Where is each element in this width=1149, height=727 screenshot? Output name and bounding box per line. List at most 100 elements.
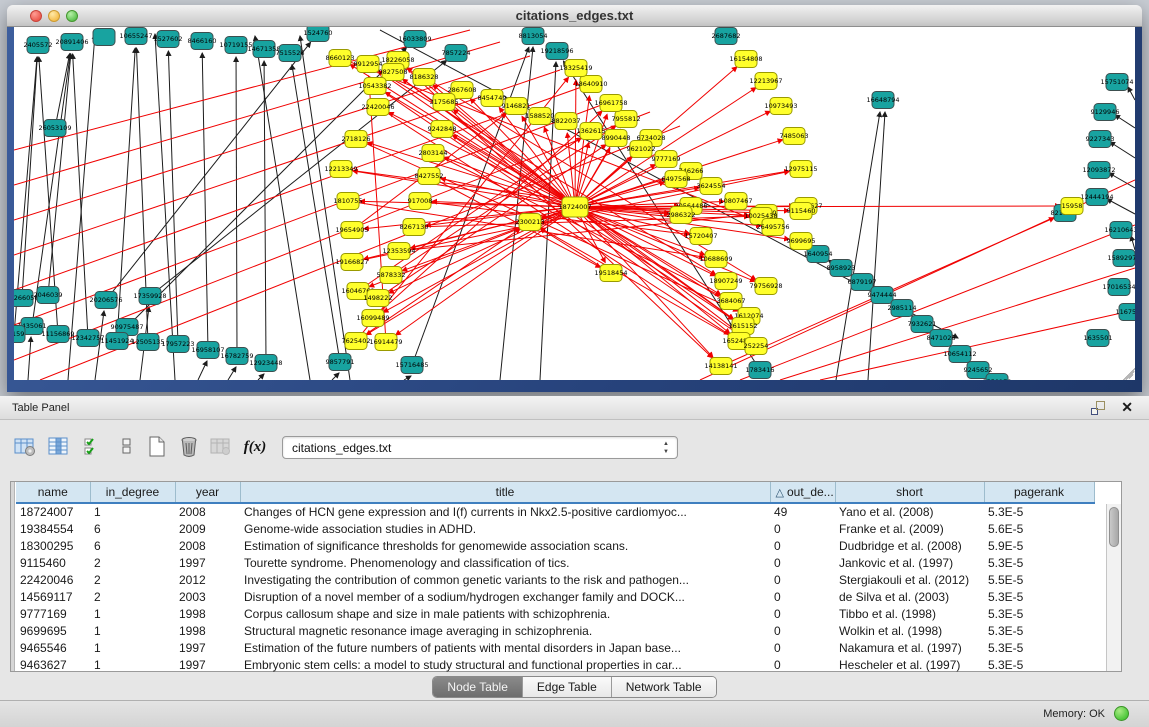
cell-year[interactable]: 2008	[175, 503, 240, 520]
graph-node[interactable]: 8958923	[827, 260, 856, 277]
graph-node[interactable]: 2300213	[516, 214, 545, 231]
graph-node[interactable]: 12505135	[131, 334, 164, 351]
graph-node[interactable]: 8466160	[188, 33, 217, 50]
graph-node[interactable]: 15892971	[1107, 250, 1135, 267]
cell-year[interactable]: 1997	[175, 656, 240, 673]
graph-node[interactable]: 1783416	[746, 362, 775, 379]
graph-node[interactable]: 9242848	[428, 121, 457, 138]
graph-node[interactable]: 1527602	[154, 31, 183, 48]
cell-short[interactable]: de Silva et al. (2003)	[835, 588, 984, 605]
graph-node[interactable]: 9857791	[326, 354, 355, 371]
cell-out_degree[interactable]: 0	[770, 588, 835, 605]
graph-node[interactable]: 10655247	[119, 28, 152, 45]
cell-pagerank[interactable]: 5.3E-5	[984, 639, 1094, 656]
cell-year[interactable]: 1998	[175, 605, 240, 622]
cell-title[interactable]: Estimation of significance thresholds fo…	[240, 537, 770, 554]
graph-node[interactable]: 7955812	[612, 111, 641, 128]
table-row[interactable]: 1456911722003Disruption of a novel membe…	[16, 588, 1094, 605]
graph-node[interactable]: 16914479	[369, 334, 402, 351]
graph-node[interactable]: 12975115	[784, 161, 817, 178]
float-panel-icon[interactable]	[1091, 401, 1105, 415]
cell-in_degree[interactable]: 2	[90, 554, 175, 571]
cell-name[interactable]: 14569117	[16, 588, 90, 605]
cell-title[interactable]: Investigating the contribution of common…	[240, 571, 770, 588]
cell-pagerank[interactable]: 5.9E-5	[984, 537, 1094, 554]
graph-node[interactable]: 17957223	[161, 336, 194, 353]
table-row[interactable]: 1938455462009Genome-wide association stu…	[16, 520, 1094, 537]
graph-node[interactable]: 9227343	[1086, 131, 1115, 148]
new-column-icon[interactable]	[142, 432, 172, 462]
graph-node[interactable]: 8186328	[410, 69, 439, 86]
graph-node[interactable]: 12213349	[324, 161, 357, 178]
graph-node[interactable]: 3684067	[717, 293, 746, 310]
graph-node[interactable]: 1524760	[304, 27, 333, 42]
cell-short[interactable]: Hescheler et al. (1997)	[835, 656, 984, 673]
graph-node[interactable]: 20891406	[55, 34, 88, 51]
table-row[interactable]: 946362711997Embryonic stem cells: a mode…	[16, 656, 1094, 673]
table-row[interactable]: 911546021997Tourette syndrome. Phenomeno…	[16, 554, 1094, 571]
graph-node[interactable]: 1615152	[729, 318, 758, 335]
cell-name[interactable]: 9463627	[16, 656, 90, 673]
graph-node[interactable]: 1167533	[1116, 304, 1135, 321]
node-table-grid[interactable]: namein_degreeyeartitle△out_de...shortpag…	[16, 482, 1095, 673]
cell-short[interactable]: Nakamura et al. (1997)	[835, 639, 984, 656]
cell-in_degree[interactable]: 6	[90, 520, 175, 537]
cell-out_degree[interactable]: 0	[770, 520, 835, 537]
table-select-combo[interactable]: citations_edges.txt ▲ ▼	[282, 436, 678, 459]
graph-node[interactable]: 7857224	[442, 45, 471, 62]
cell-short[interactable]: Wolkin et al. (1998)	[835, 622, 984, 639]
cell-pagerank[interactable]: 5.3E-5	[984, 656, 1094, 673]
cell-year[interactable]: 1997	[175, 554, 240, 571]
graph-node[interactable]: 2405572	[24, 37, 53, 54]
graph-node[interactable]: 7625402	[342, 333, 371, 350]
graph-node[interactable]: 19166827	[335, 254, 368, 271]
cell-pagerank[interactable]: 5.3E-5	[984, 503, 1094, 520]
cell-year[interactable]: 2003	[175, 588, 240, 605]
cell-pagerank[interactable]: 5.3E-5	[984, 588, 1094, 605]
network-canvas[interactable]: 1872400724055722089140610655247152760284…	[14, 27, 1135, 380]
graph-node[interactable]: 7485063	[780, 128, 809, 145]
table-row[interactable]: 2242004622012Investigating the contribut…	[16, 571, 1094, 588]
row-height-icon[interactable]	[112, 432, 142, 462]
cell-in_degree[interactable]: 1	[90, 503, 175, 520]
cell-pagerank[interactable]: 5.6E-5	[984, 520, 1094, 537]
graph-node[interactable]: 2687682	[712, 28, 741, 45]
cell-name[interactable]: 9465546	[16, 639, 90, 656]
graph-node[interactable]: 9699695	[787, 233, 816, 250]
graph-node[interactable]: 15720407	[684, 228, 717, 245]
graph-node[interactable]: 9550170	[983, 374, 1012, 381]
graph-node[interactable]: 14138141	[704, 358, 737, 375]
cell-out_degree[interactable]: 0	[770, 656, 835, 673]
scrollbar-thumb[interactable]	[1109, 507, 1119, 547]
cell-in_degree[interactable]: 1	[90, 639, 175, 656]
column-header-in_degree[interactable]: in_degree	[90, 482, 175, 503]
graph-node[interactable]: 7515526	[276, 45, 305, 62]
graph-node[interactable]: 16648794	[866, 92, 899, 109]
graph-node[interactable]: 16154808	[729, 51, 762, 68]
graph-node[interactable]: 16033809	[398, 31, 431, 48]
cell-title[interactable]: Tourette syndrome. Phenomenology and cla…	[240, 554, 770, 571]
cell-year[interactable]: 1998	[175, 622, 240, 639]
graph-node[interactable]: 1810755	[334, 193, 363, 210]
column-check-icon[interactable]	[78, 432, 108, 462]
table-row[interactable]: 977716911998Corpus callosum shape and si…	[16, 605, 1094, 622]
graph-node[interactable]: 1588520	[526, 108, 555, 125]
table-row[interactable]: 1872400712008Changes of HCN gene express…	[16, 503, 1094, 520]
cell-title[interactable]: Changes of HCN gene expression and I(f) …	[240, 503, 770, 520]
graph-node[interactable]: 6497568	[662, 171, 691, 188]
cell-out_degree[interactable]: 0	[770, 622, 835, 639]
cell-in_degree[interactable]: 2	[90, 571, 175, 588]
cell-out_degree[interactable]: 49	[770, 503, 835, 520]
graph-node[interactable]: 12923448	[249, 355, 282, 372]
cell-in_degree[interactable]: 6	[90, 537, 175, 554]
column-header-title[interactable]: title	[240, 482, 770, 503]
memory-ok-icon[interactable]	[1114, 706, 1129, 721]
table-row[interactable]: 946554611997Estimation of the future num…	[16, 639, 1094, 656]
cell-out_degree[interactable]: 0	[770, 605, 835, 622]
table-vertical-scrollbar[interactable]	[1106, 504, 1121, 671]
graph-node[interactable]: 8660123	[326, 50, 355, 67]
cell-out_degree[interactable]: 0	[770, 554, 835, 571]
cell-name[interactable]: 18300295	[16, 537, 90, 554]
cell-title[interactable]: Structural magnetic resonance image aver…	[240, 622, 770, 639]
graph-node[interactable]: 12353594	[382, 243, 415, 260]
